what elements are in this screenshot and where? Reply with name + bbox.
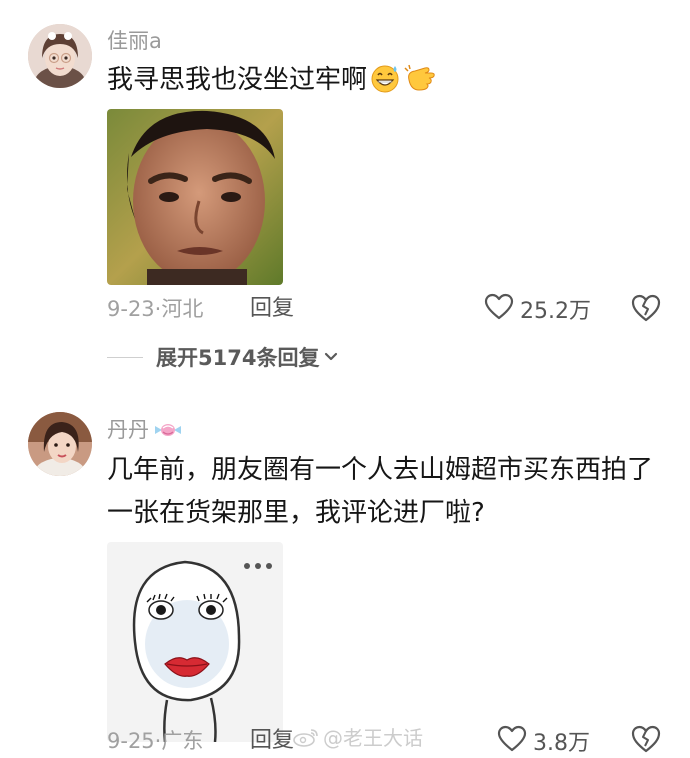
comment-text-content: 我寻思我也没坐过牢啊 (107, 65, 368, 95)
weibo-logo-icon (293, 727, 319, 747)
heart-icon (484, 293, 514, 325)
watermark: @老王大话 (293, 722, 423, 751)
username[interactable]: 佳丽a (107, 28, 162, 54)
comment-location: 河北 (161, 297, 204, 321)
comment-date: 9-25 (107, 729, 155, 753)
reply-button[interactable]: 回复 (250, 728, 294, 754)
broken-heart-icon (630, 294, 662, 327)
grinning-sweat-emoji-icon (369, 62, 401, 108)
like-count: 25.2万 (520, 299, 591, 324)
username[interactable]: 丹丹 (107, 417, 183, 443)
cartoon-makeup-face[interactable] (107, 542, 283, 742)
dislike-button[interactable] (630, 293, 662, 327)
expand-replies-button[interactable]: 展开5174条回复 (107, 342, 339, 372)
comment-text: 几年前，朋友圈有一个人去山姆超市买东西拍了一张在货架那里，我评论进厂啦? (107, 455, 654, 528)
username-text: 丹丹 (107, 418, 149, 442)
comment-meta: 9-23·河北 (107, 296, 203, 322)
pointing-hand-emoji-icon (403, 62, 437, 108)
comment-text: 我寻思我也没坐过牢啊 (107, 59, 667, 108)
like-count: 3.8万 (533, 731, 590, 756)
comment-meta: 9-25·广东 (107, 728, 203, 754)
expand-replies-label: 展开5174条回复 (156, 346, 320, 370)
divider-line (107, 356, 143, 358)
avatar[interactable] (28, 412, 92, 476)
broken-heart-icon (630, 725, 662, 758)
candy-icon (153, 420, 183, 440)
like-button[interactable]: 25.2万 (484, 293, 591, 325)
man-face-photo[interactable] (107, 109, 283, 285)
watermark-text: @老王大话 (323, 726, 423, 750)
comment-date: 9-23 (107, 297, 155, 321)
heart-icon (497, 725, 527, 757)
comment-location: 广东 (161, 729, 204, 753)
avatar[interactable] (28, 24, 92, 88)
chevron-down-icon (323, 351, 339, 363)
reply-button[interactable]: 回复 (250, 296, 294, 322)
like-button[interactable]: 3.8万 (497, 725, 590, 757)
